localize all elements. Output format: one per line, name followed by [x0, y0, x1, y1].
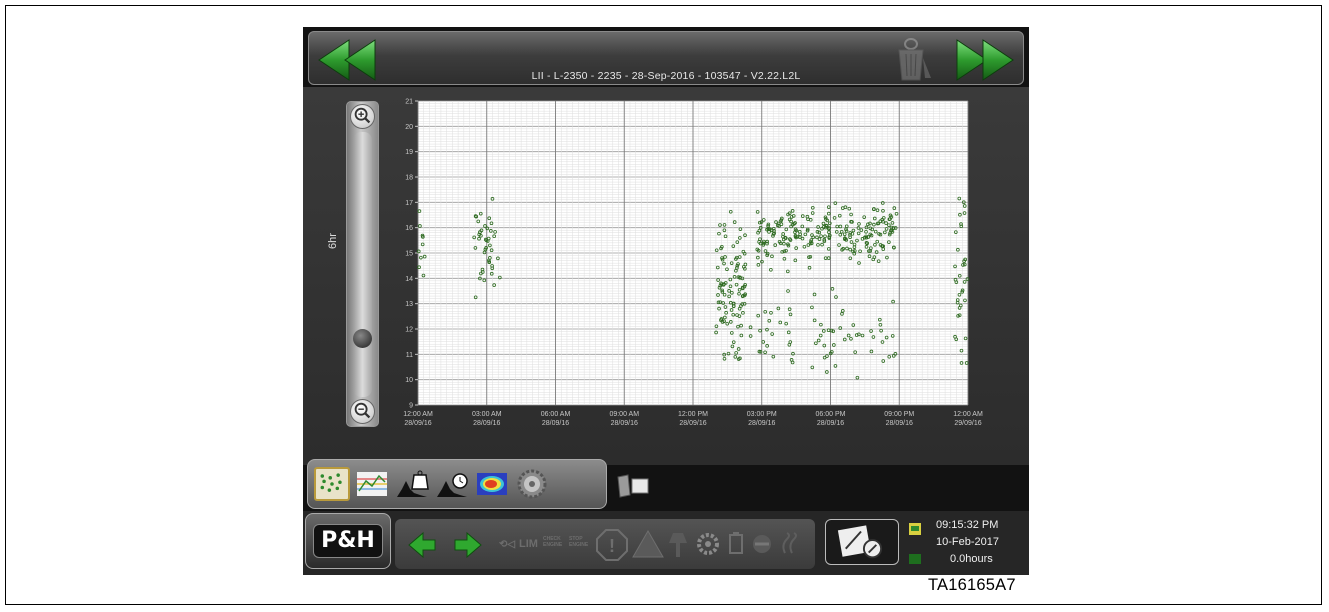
y-tick-label: 11 [406, 352, 413, 359]
scatter-chart: 9 10 11 12 13 14 15 16 17 18 19 20 21 12:00 AM 28/09/… [403, 99, 983, 428]
heatmap-icon[interactable] [474, 467, 510, 501]
status-panel: 09:15:32 PM 10-Feb-2017 0.0hours [908, 519, 1026, 569]
zoom-slider[interactable] [346, 101, 379, 427]
chart-grid [417, 100, 969, 406]
display-screen: LII - L-2350 - 2235 - 28-Sep-2016 - 1035… [303, 27, 1029, 575]
clock-date: 10-Feb-2017 [936, 536, 999, 548]
x-tick-time: 06:00 AM [541, 411, 571, 418]
x-tick-time: 09:00 PM [884, 411, 914, 418]
y-tick-label: 21 [405, 99, 413, 106]
check-engine-label: CHECK ENGINE [543, 536, 563, 548]
zoom-track[interactable] [353, 132, 372, 397]
y-tick-label: 17 [405, 200, 413, 207]
x-tick-time: 03:00 AM [472, 411, 502, 418]
y-tick-label: 9 [409, 403, 413, 410]
heat-icon [782, 532, 797, 554]
footer-nav: ⟲◁ LIM CHECK ENGINE STOP ENGINE ! [395, 519, 815, 569]
battery-icon [729, 532, 743, 554]
x-tick-date: 28/09/16 [886, 420, 913, 427]
x-tick-time: 06:00 PM [816, 411, 846, 418]
zoom-level-label: 6hr [327, 233, 339, 249]
chart-type-toolbar [307, 459, 607, 509]
light-icon [669, 533, 687, 557]
line-trend-icon[interactable] [354, 467, 390, 501]
alert-octagon-icon: ! [596, 529, 628, 561]
histogram-weight-icon[interactable] [394, 467, 430, 501]
x-tick-time: 12:00 AM [953, 411, 983, 418]
y-tick-label: 16 [405, 225, 413, 232]
zoom-slider-knob[interactable] [353, 328, 372, 348]
logo-text: P&H [313, 524, 383, 558]
x-tick-date: 28/09/16 [542, 420, 569, 427]
x-tick-date: 28/09/16 [404, 420, 431, 427]
figure-caption: TA16165A7 [928, 576, 1016, 594]
y-tick-label: 20 [405, 124, 413, 131]
stop-engine-label: STOP ENGINE [569, 536, 589, 548]
gear-icon[interactable] [514, 467, 550, 501]
footer-bar: P&H ⟲◁ LIM CHECK ENGINE STOP ENGINE ! 09… [303, 511, 1029, 575]
footer-arrow-right-icon[interactable] [453, 531, 483, 559]
y-tick-label: 12 [405, 327, 413, 334]
signal-icon [909, 554, 921, 564]
y-tick-label: 10 [405, 377, 413, 384]
status-indicator-icon [909, 523, 921, 535]
y-tick-label: 18 [405, 175, 413, 182]
x-tick-time: 12:00 PM [678, 411, 708, 418]
x-axis: 12:00 AM 28/09/16 03:00 AM 28/09/16 06:00 AM… [403, 411, 983, 427]
ph-logo-button[interactable]: P&H [305, 513, 391, 569]
notes-pin-button[interactable] [825, 519, 899, 565]
x-tick-time: 03:00 PM [747, 411, 777, 418]
wrench-icon: ⟲◁ [499, 539, 516, 550]
header-bar: LII - L-2350 - 2235 - 28-Sep-2016 - 1035… [308, 31, 1024, 85]
y-tick-label: 13 [405, 301, 413, 308]
x-tick-date: 28/09/16 [817, 420, 844, 427]
y-tick-label: 14 [405, 276, 413, 283]
y-axis: 9 10 11 12 13 14 15 16 17 18 19 20 21 [405, 99, 418, 410]
x-tick-date: 28/09/16 [748, 420, 775, 427]
arrow-right-icon[interactable] [953, 37, 1017, 83]
copy-icon[interactable] [614, 473, 652, 499]
x-tick-time: 12:00 AM [403, 411, 433, 418]
hour-meter: 0.0hours [950, 553, 993, 565]
chart-panel: 6hr 9 10 11 12 13 14 15 16 17 18 19 20 21 12:00 AM 28… [303, 87, 1029, 465]
clock-time: 09:15:32 PM [936, 519, 999, 531]
gear-warning-icon [697, 533, 719, 555]
histogram-time-icon[interactable] [434, 467, 470, 501]
scatter-plot-icon[interactable] [314, 467, 350, 501]
x-tick-date: 28/09/16 [473, 420, 500, 427]
zoom-out-icon[interactable] [350, 399, 375, 424]
y-tick-label: 15 [405, 251, 413, 258]
svg-text:!: ! [609, 536, 615, 556]
lim-label: LIM [519, 538, 538, 550]
x-tick-time: 09:00 AM [609, 411, 639, 418]
footer-arrow-left-icon[interactable] [407, 531, 437, 559]
x-tick-date: 28/09/16 [679, 420, 706, 427]
trash-icon[interactable] [893, 38, 935, 82]
brake-icon [753, 535, 771, 553]
warning-triangle-icon [632, 529, 664, 558]
y-tick-label: 19 [405, 149, 413, 156]
zoom-in-icon[interactable] [350, 104, 375, 129]
x-tick-date: 29/09/16 [954, 420, 981, 427]
x-tick-date: 28/09/16 [611, 420, 638, 427]
